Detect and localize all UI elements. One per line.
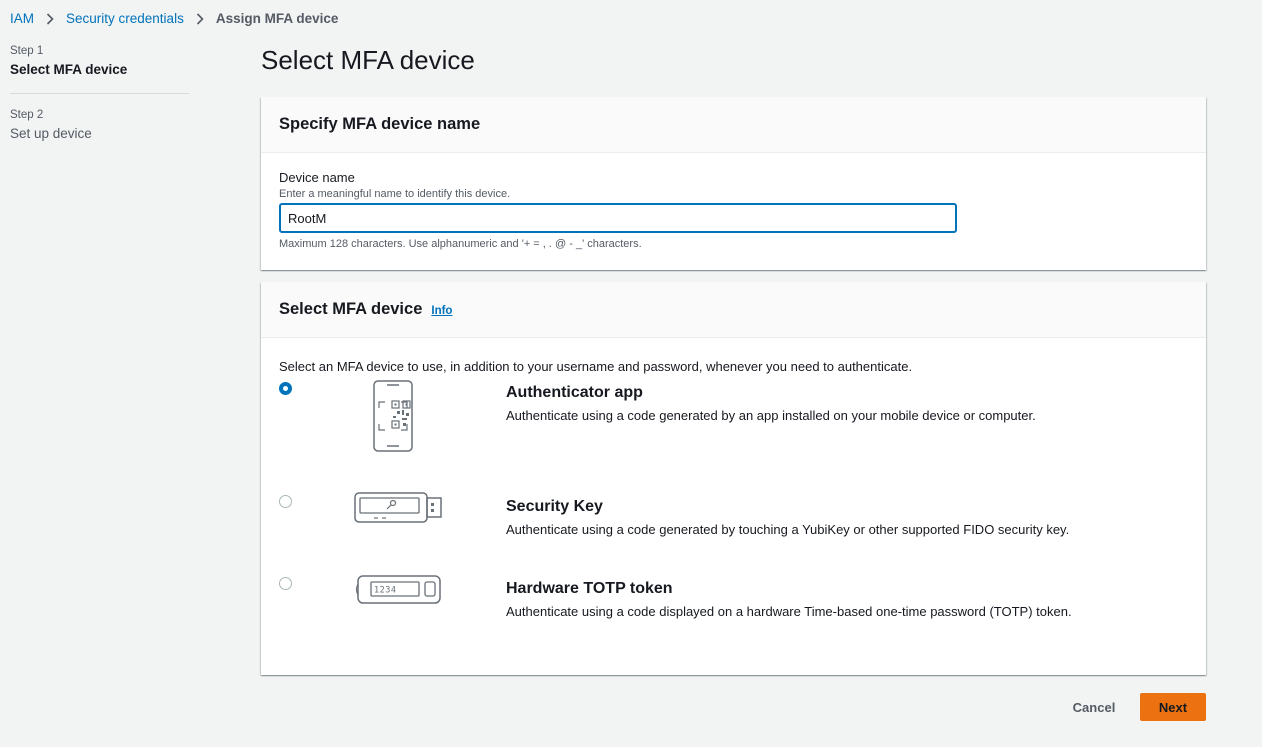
option-title: Hardware TOTP token: [506, 580, 673, 597]
step-number: Step 1: [10, 45, 44, 57]
panel-header: Specify MFA device name: [261, 97, 1206, 153]
device-name-input[interactable]: [279, 203, 957, 233]
page-title: Select MFA device: [261, 45, 475, 75]
select-mfa-device-panel: Select MFA device Info Select an MFA dev…: [261, 282, 1206, 675]
option-title: Authenticator app: [506, 384, 643, 401]
option-description: Authenticate using a code generated by a…: [506, 408, 1036, 423]
option-description: Authenticate using a code generated by t…: [506, 522, 1070, 537]
radio-hardware-totp-token[interactable]: [279, 577, 292, 590]
info-link[interactable]: Info: [431, 305, 452, 317]
option-security-key[interactable]: Security Key Authenticate using a code g…: [261, 492, 1206, 537]
breadcrumb-link-security-credentials[interactable]: Security credentials: [66, 11, 184, 26]
radio-authenticator-app[interactable]: [279, 382, 292, 395]
totp-token-icon: 1234: [355, 574, 443, 611]
field-label: Device name: [279, 170, 355, 185]
totp-display-text: 1234: [374, 586, 396, 596]
chevron-right-icon: [196, 12, 204, 25]
option-authenticator-app[interactable]: Authenticator app Authenticate using a c…: [261, 380, 1206, 454]
breadcrumb-link-iam[interactable]: IAM: [10, 11, 34, 26]
qr-phone-icon: [373, 380, 413, 457]
option-description: Authenticate using a code displayed on a…: [506, 604, 1072, 619]
panel-title: Specify MFA device name: [279, 115, 481, 133]
wizard-steps: Step 1 Select MFA device Step 2 Set up d…: [10, 45, 189, 141]
step-2: Step 2 Set up device: [10, 109, 189, 141]
step-title-set-up-device: Set up device: [10, 126, 92, 141]
panel-title: Select MFA device: [279, 300, 423, 318]
breadcrumb: IAM Security credentials Assign MFA devi…: [10, 11, 338, 26]
chevron-right-icon: [46, 12, 54, 25]
radio-security-key[interactable]: [279, 495, 292, 508]
field-constraint-hint: Maximum 128 characters. Use alphanumeric…: [279, 238, 642, 250]
option-title: Security Key: [506, 498, 603, 515]
usb-key-icon: [354, 492, 442, 529]
next-button[interactable]: Next: [1140, 693, 1206, 721]
device-name-field: Device name Enter a meaningful name to i…: [261, 153, 1206, 250]
panel-header: Select MFA device Info: [261, 282, 1206, 338]
field-description: Enter a meaningful name to identify this…: [279, 188, 511, 200]
step-title-select-mfa-device: Select MFA device: [10, 62, 128, 77]
option-hardware-totp-token[interactable]: 1234 Hardware TOTP token Authenticate us…: [261, 574, 1206, 619]
device-intro-text: Select an MFA device to use, in addition…: [279, 359, 913, 374]
cancel-button[interactable]: Cancel: [1062, 694, 1126, 721]
breadcrumb-current: Assign MFA device: [215, 11, 339, 26]
device-name-panel: Specify MFA device name Device name Ente…: [261, 97, 1206, 270]
step-1: Step 1 Select MFA device: [10, 45, 189, 77]
step-number: Step 2: [10, 109, 44, 121]
step-divider: [10, 93, 189, 94]
